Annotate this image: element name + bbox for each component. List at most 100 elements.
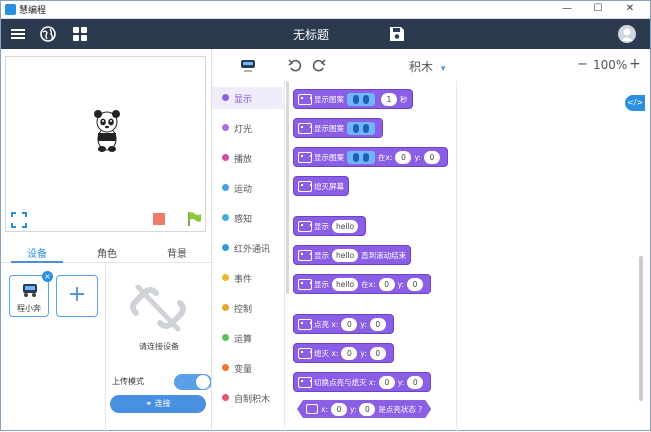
connection-panel: 请连接设备 上传模式 ⚭ 连接 — [105, 265, 212, 432]
image-picker[interactable] — [347, 92, 375, 106]
category-dot — [222, 184, 229, 191]
block-text: 是点亮状态 ? — [378, 404, 423, 414]
tab-devices[interactable]: 设备 — [27, 245, 47, 260]
x-input[interactable]: 0 — [341, 317, 358, 331]
category-display[interactable]: 显示 — [212, 87, 285, 109]
add-device-button[interactable]: + — [56, 275, 98, 317]
text-input[interactable]: hello — [332, 277, 359, 291]
green-flag-icon[interactable] — [186, 211, 202, 227]
x-input[interactable]: 0 — [341, 346, 358, 360]
category-lighting[interactable]: 灯光 — [212, 117, 285, 139]
x-input[interactable]: 0 — [378, 375, 395, 389]
robot-device-icon — [23, 284, 37, 297]
code-view-toggle[interactable]: </> — [625, 95, 645, 111]
x-input[interactable]: 0 — [395, 150, 412, 164]
connect-hint-text: 请连接设备 — [139, 342, 179, 351]
block-text: y: — [360, 348, 367, 358]
image-picker[interactable] — [347, 150, 375, 164]
fullscreen-icon[interactable] — [11, 212, 27, 228]
category-label: 运算 — [234, 335, 253, 345]
upload-mode-row: 上传模式 — [112, 371, 212, 391]
remove-device-button[interactable]: × — [42, 271, 53, 282]
display-face-icon — [298, 93, 312, 105]
connect-button[interactable]: ⚭ 连接 — [110, 395, 206, 413]
category-operators[interactable]: 运算 — [212, 327, 285, 349]
link-icon: ⚭ — [145, 399, 155, 408]
block-text: 显示图案 — [314, 94, 344, 104]
x-input[interactable]: 0 — [331, 403, 347, 416]
x-input[interactable]: 0 — [378, 277, 395, 291]
y-input[interactable]: 0 — [407, 277, 424, 291]
text-input[interactable]: hello — [332, 219, 359, 233]
image-picker[interactable] — [347, 121, 375, 135]
close-button[interactable]: ✕ — [619, 2, 641, 16]
block-pixel-is-on[interactable]: x: 0 y: 0 是点亮状态 ? — [297, 400, 431, 418]
y-input[interactable]: 0 — [359, 403, 375, 416]
block-text: y: — [360, 319, 367, 329]
y-input[interactable]: 0 — [369, 317, 386, 331]
block-show-image-seconds[interactable]: 显示图案 1秒 — [293, 89, 413, 109]
category-my-blocks[interactable]: 自制积木 — [212, 387, 285, 409]
maximize-button[interactable]: ☐ — [587, 2, 609, 16]
script-workspace[interactable] — [456, 81, 650, 432]
block-show-image-at[interactable]: 显示图案 在x: 0 y: 0 — [293, 147, 448, 167]
stage-canvas[interactable] — [5, 56, 206, 232]
category-label: 显示 — [234, 95, 253, 105]
block-text: y: — [349, 404, 357, 414]
upload-mode-label: 上传模式 — [112, 377, 144, 386]
category-motion[interactable]: 运动 — [212, 177, 285, 199]
block-text: y: — [397, 377, 405, 387]
display-face-icon — [298, 220, 312, 232]
block-text: 直到滚动结束 — [361, 250, 407, 260]
block-pixel-off[interactable]: 熄灭 x: 0 y: 0 — [293, 343, 394, 363]
category-variables[interactable]: 变量 — [212, 357, 285, 379]
block-text: y: — [397, 279, 405, 289]
device-card[interactable]: 程小奔 × — [9, 271, 53, 317]
category-events[interactable]: 事件 — [212, 267, 285, 289]
save-icon[interactable] — [388, 25, 406, 43]
tab-backgrounds[interactable]: 背景 — [167, 245, 187, 260]
language-globe-icon[interactable] — [39, 25, 57, 43]
category-sensing[interactable]: 感知 — [212, 207, 285, 229]
upload-mode-toggle[interactable] — [174, 374, 212, 390]
y-input[interactable]: 0 — [369, 346, 386, 360]
minimize-button[interactable]: — — [556, 2, 578, 16]
category-label: 事件 — [234, 275, 253, 285]
block-text: 在x: — [361, 279, 376, 289]
block-pixel-on[interactable]: 点亮 x: 0 y: 0 — [293, 314, 394, 334]
y-input[interactable]: 0 — [423, 150, 440, 164]
zoom-in-button[interactable]: + — [629, 56, 641, 72]
category-control[interactable]: 控制 — [212, 297, 285, 319]
category-dot — [222, 94, 229, 101]
category-sound[interactable]: 播放 — [212, 147, 285, 169]
redo-icon[interactable] — [312, 59, 326, 73]
block-show-text-at[interactable]: 显示 hello 在x: 0 y: 0 — [293, 274, 432, 294]
block-show-image[interactable]: 显示图案 — [293, 118, 383, 138]
category-infrared[interactable]: 红外通讯 — [212, 237, 285, 259]
zoom-out-button[interactable]: − — [577, 57, 588, 72]
device-name: 程小奔 — [17, 304, 41, 313]
user-avatar-icon[interactable] — [617, 24, 637, 44]
y-input[interactable]: 0 — [407, 375, 424, 389]
seconds-input[interactable]: 1 — [381, 92, 397, 106]
undo-icon[interactable] — [288, 59, 302, 73]
block-show-text-scroll[interactable]: 显示 hello 直到滚动结束 — [293, 245, 412, 265]
blocks-dropdown[interactable]: 积木 ▾ — [409, 58, 445, 75]
tab-sprites[interactable]: 角色 — [97, 245, 117, 260]
block-pixel-toggle[interactable]: 切换点亮与熄灭 x: 0 y: 0 — [293, 372, 432, 392]
stop-icon[interactable] — [153, 213, 165, 225]
workspace-scrollbar[interactable] — [639, 256, 643, 401]
stage-toolbar — [5, 207, 206, 233]
text-input[interactable]: hello — [332, 248, 359, 262]
display-face-icon — [298, 180, 312, 192]
block-text: 点亮 x: — [314, 319, 339, 329]
panda-sprite[interactable] — [92, 109, 122, 153]
project-title[interactable]: 无标题 — [271, 26, 351, 43]
menu-icon[interactable] — [9, 25, 27, 43]
display-face-icon — [298, 249, 312, 261]
display-face-icon — [306, 404, 318, 414]
block-show-text[interactable]: 显示 hello — [293, 216, 367, 236]
palette-scrollbar[interactable] — [286, 81, 289, 294]
block-clear-screen[interactable]: 熄灭屏幕 — [293, 176, 349, 196]
grid-apps-icon[interactable] — [71, 25, 89, 43]
